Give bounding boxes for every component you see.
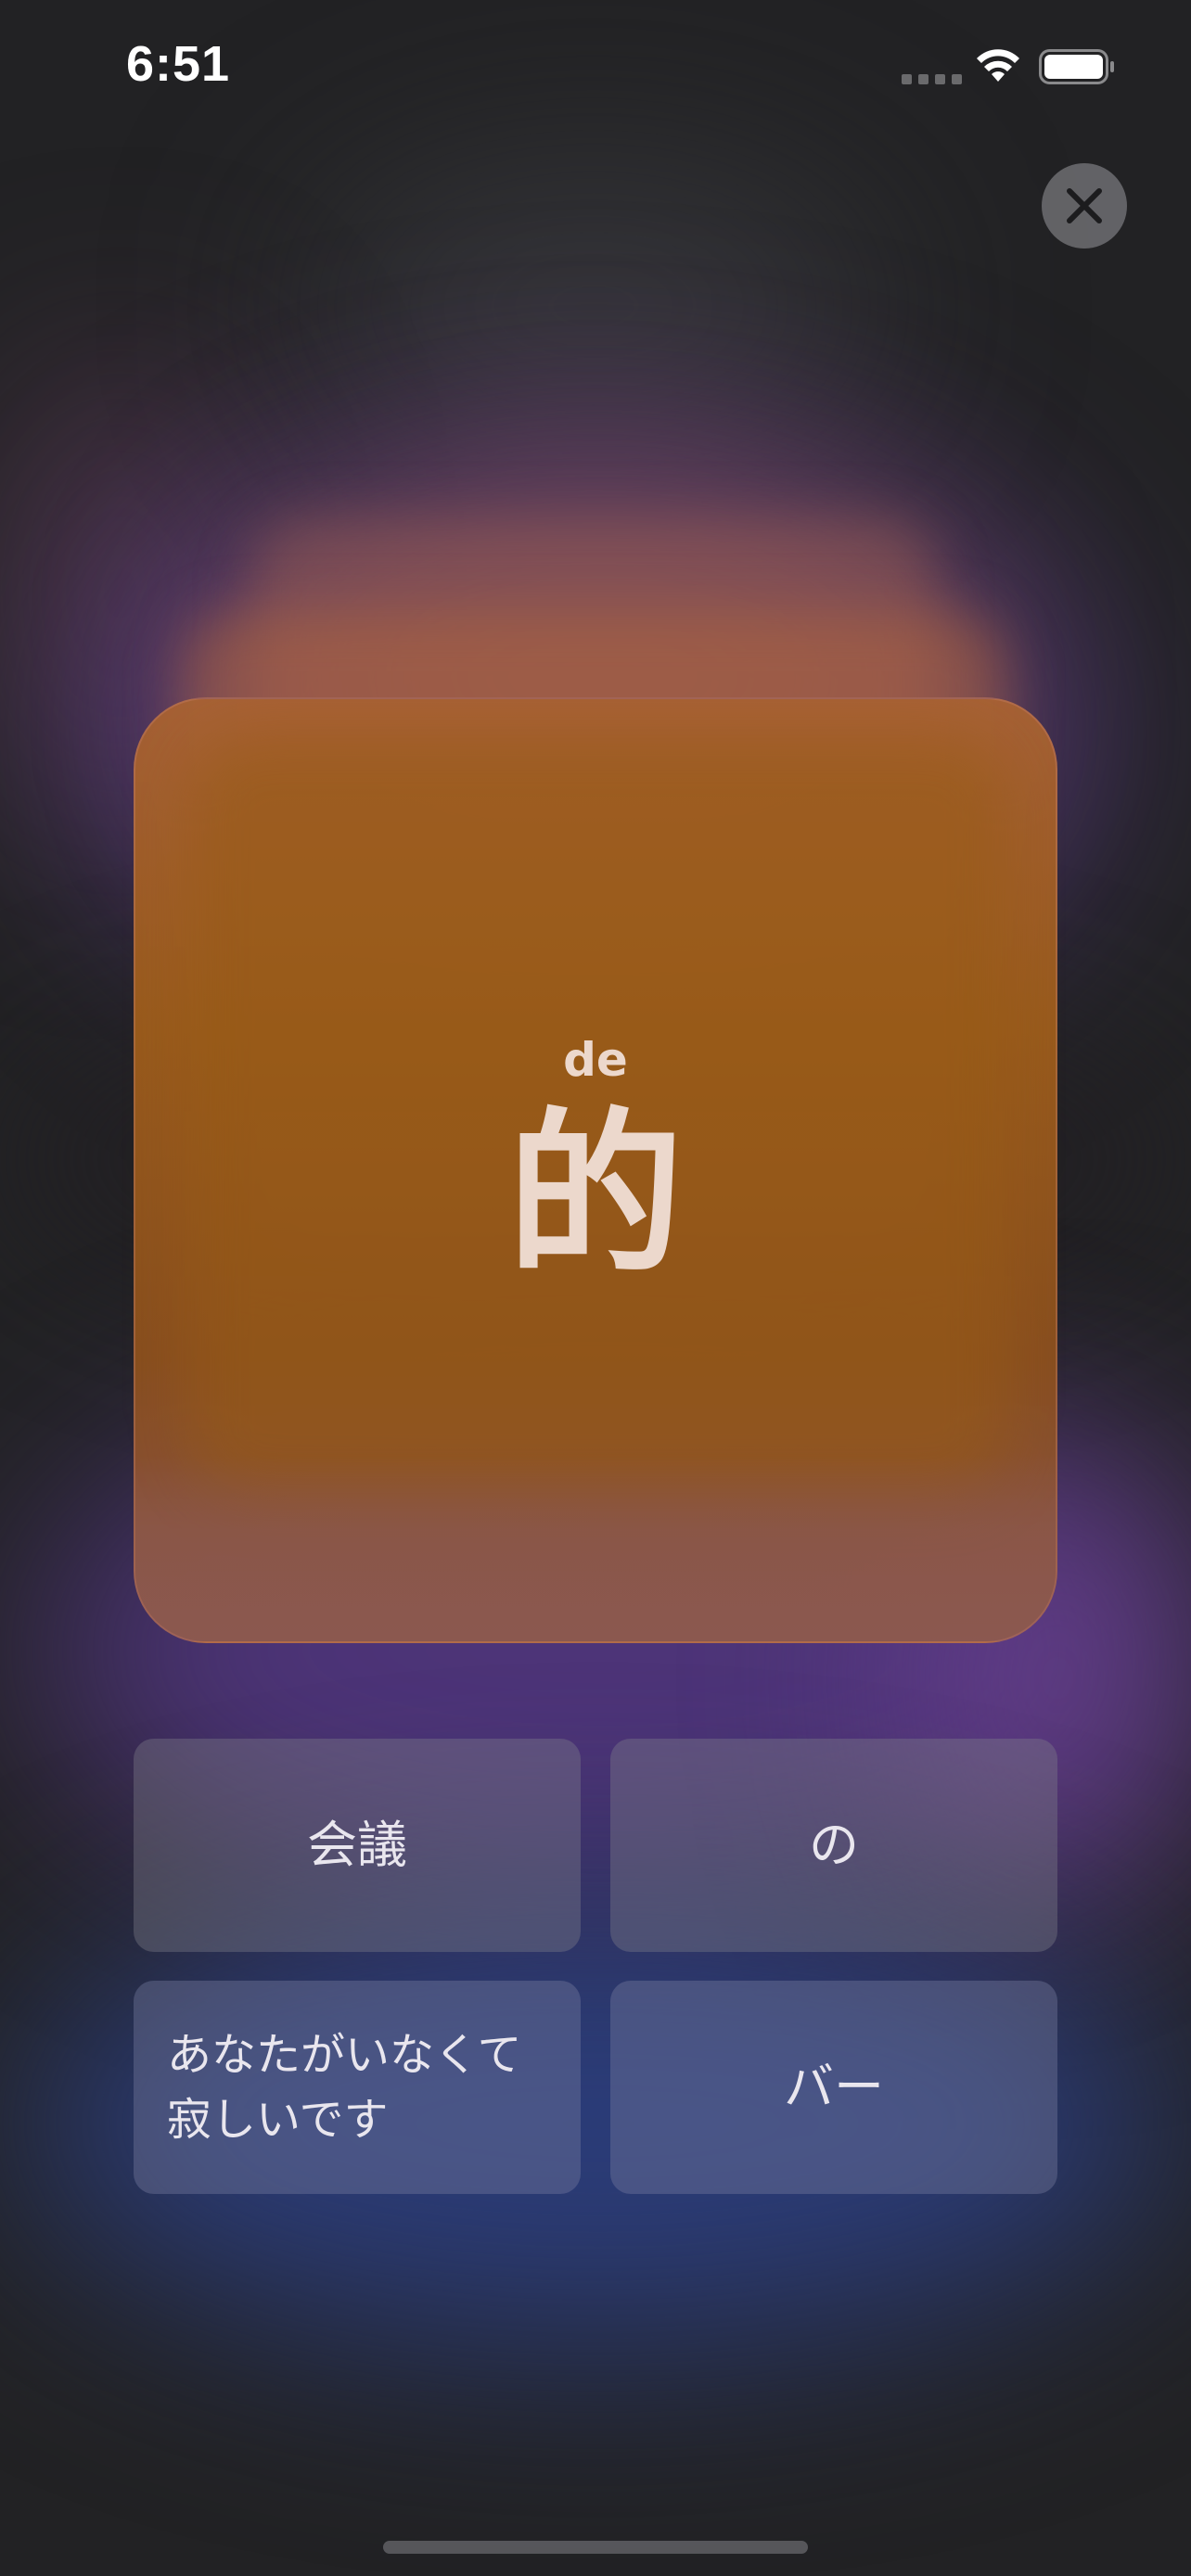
status-bar: 6:51 [0, 0, 1191, 134]
answer-option[interactable]: あなたがいなくて寂しいです [134, 1981, 581, 2194]
card-lower-band [135, 1456, 1056, 1641]
status-time: 6:51 [126, 36, 231, 92]
close-icon [1067, 188, 1102, 223]
answer-option-label: の [809, 1816, 859, 1874]
home-indicator[interactable] [383, 2541, 808, 2554]
card-character: 的 [506, 1092, 684, 1297]
card-pinyin: de [563, 1033, 628, 1087]
answer-option-label: バー [784, 2058, 884, 2116]
answer-option[interactable]: の [610, 1739, 1057, 1952]
answer-option-label: あなたがいなくて寂しいです [167, 2029, 522, 2146]
flashcard[interactable]: de 的 [134, 697, 1057, 1643]
close-button[interactable] [1042, 163, 1127, 249]
cellular-signal-icon [902, 74, 962, 84]
answer-option-label: 会議 [307, 1816, 407, 1874]
answer-option[interactable]: バー [610, 1981, 1057, 2194]
answer-option[interactable]: 会議 [134, 1739, 581, 1952]
wifi-icon [977, 49, 1019, 82]
battery-icon [1039, 49, 1114, 84]
background-glow [306, 167, 881, 445]
